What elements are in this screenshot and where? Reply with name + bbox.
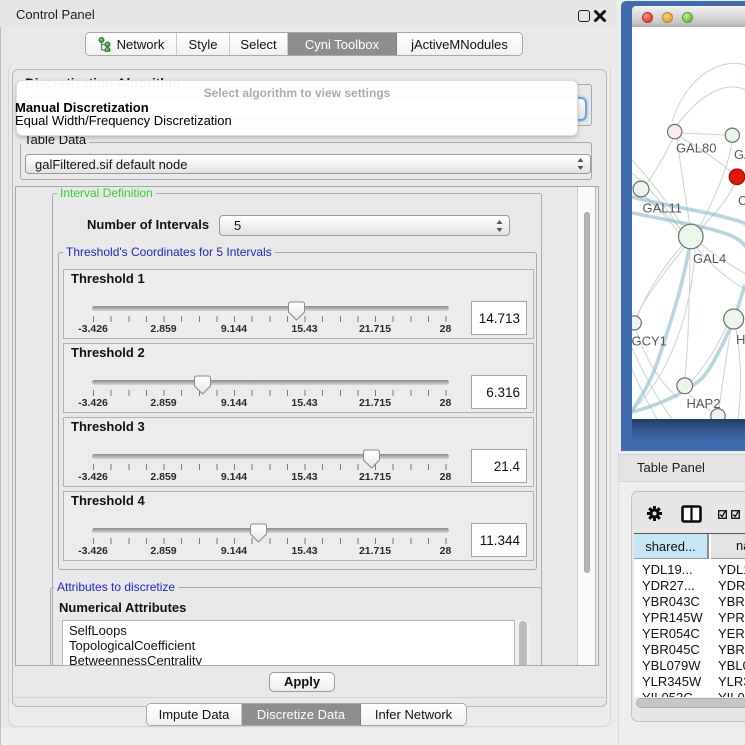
svg-text:C: C — [738, 193, 745, 208]
svg-text:GAL4: GAL4 — [693, 251, 726, 266]
svg-text:GA: GA — [734, 147, 745, 162]
svg-text:HAP2: HAP2 — [687, 396, 721, 411]
svg-text:H: H — [736, 332, 745, 347]
svg-text:GCY1: GCY1 — [632, 334, 667, 349]
svg-text:GAL80: GAL80 — [676, 141, 716, 156]
svg-text:GAL11: GAL11 — [643, 201, 683, 216]
